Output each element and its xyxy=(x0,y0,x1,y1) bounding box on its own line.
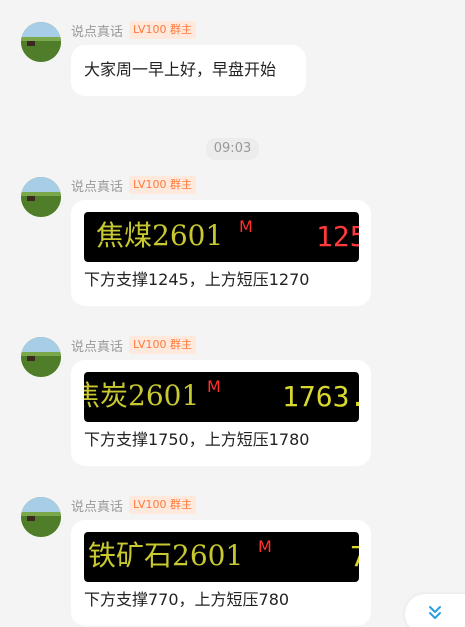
avatar[interactable] xyxy=(21,337,61,377)
sender-badge: LV100 群主 xyxy=(129,21,196,39)
ticker-price: 125 xyxy=(316,220,359,253)
ticker-m-marker: M xyxy=(258,537,272,556)
ticker-image[interactable]: 铁矿石2601 M 7 xyxy=(84,532,359,582)
sender-row: 说点真话 LV100 群主 xyxy=(71,335,196,355)
message-bubble[interactable]: 焦煤2601 M 125 下方支撑1245，上方短压1270 xyxy=(71,200,371,306)
ticker-name: 焦煤2601 xyxy=(96,219,224,252)
message-4: 说点真话 LV100 群主 铁矿石2601 M 7 下方支撑770，上方短压78… xyxy=(0,475,465,627)
message-text: 大家周一早上好，早盘开始 xyxy=(84,60,277,79)
sender-name[interactable]: 说点真话 xyxy=(71,496,123,515)
sender-name[interactable]: 说点真话 xyxy=(71,176,123,195)
ticker-name: 铁矿石2601 xyxy=(88,539,244,572)
scroll-to-bottom-button[interactable] xyxy=(405,594,465,627)
sender-badge: LV100 群主 xyxy=(129,336,196,354)
sender-row: 说点真话 LV100 群主 xyxy=(71,495,196,515)
avatar[interactable] xyxy=(21,177,61,217)
sender-name[interactable]: 说点真话 xyxy=(71,336,123,355)
message-bubble[interactable]: 大家周一早上好，早盘开始 xyxy=(71,45,306,96)
avatar[interactable] xyxy=(21,22,61,62)
ticker-image[interactable]: 焦炭2601 M 1763. xyxy=(84,372,359,422)
message-bubble[interactable]: 焦炭2601 M 1763. 下方支撑1750，上方短压1780 xyxy=(71,360,371,466)
ticker-m-marker: M xyxy=(207,377,221,396)
ticker-price: 1763. xyxy=(282,380,359,413)
message-bubble[interactable]: 铁矿石2601 M 7 下方支撑770，上方短压780 xyxy=(71,520,371,626)
double-chevron-down-icon xyxy=(427,604,443,624)
message-caption: 下方支撑1245，上方短压1270 xyxy=(84,270,310,289)
avatar[interactable] xyxy=(21,497,61,537)
sender-row: 说点真话 LV100 群主 xyxy=(71,175,196,195)
message-3: 说点真话 LV100 群主 焦炭2601 M 1763. 下方支撑1750，上方… xyxy=(0,315,465,475)
message-1: 说点真话 LV100 群主 大家周一早上好，早盘开始 xyxy=(0,0,465,110)
sender-row: 说点真话 LV100 群主 xyxy=(71,20,196,40)
sender-badge: LV100 群主 xyxy=(129,496,196,514)
message-2: 说点真话 LV100 群主 焦煤2601 M 125 下方支撑1245，上方短压… xyxy=(0,155,465,315)
message-caption: 下方支撑1750，上方短压1780 xyxy=(84,430,310,449)
sender-name[interactable]: 说点真话 xyxy=(71,21,123,40)
ticker-name: 焦炭2601 xyxy=(84,379,200,412)
sender-badge: LV100 群主 xyxy=(129,176,196,194)
ticker-m-marker: M xyxy=(239,217,253,236)
chat-window: 说点真话 LV100 群主 大家周一早上好，早盘开始 09:03 说点真话 LV… xyxy=(0,0,465,627)
ticker-price: 7 xyxy=(350,540,359,573)
ticker-image[interactable]: 焦煤2601 M 125 xyxy=(84,212,359,262)
message-caption: 下方支撑770，上方短压780 xyxy=(84,590,290,609)
